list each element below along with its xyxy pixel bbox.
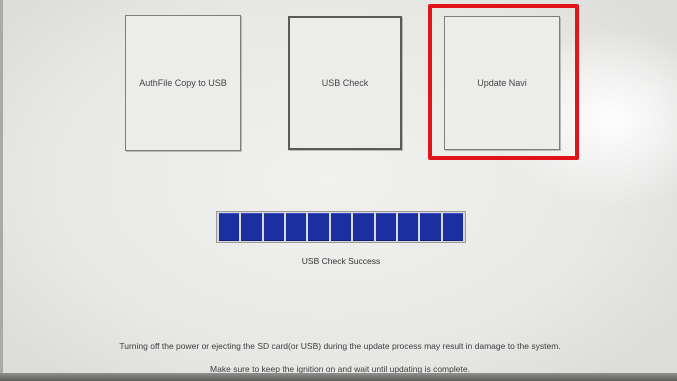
- screen-bezel-bottom: [0, 373, 677, 381]
- progress-segment: [397, 213, 419, 241]
- progress-segment: [375, 213, 396, 241]
- update-navi-label: Update Navi: [477, 78, 527, 88]
- progress-segment: [286, 213, 307, 241]
- head-unit-screen: AuthFile Copy to USB USB Check Update Na…: [0, 0, 677, 381]
- usb-check-progress-bar: [216, 211, 466, 243]
- warning-text-line-1: Turning off the power or ejecting the SD…: [119, 341, 561, 351]
- progress-segment: [420, 213, 441, 241]
- authfile-copy-button[interactable]: AuthFile Copy to USB: [125, 15, 241, 151]
- usb-check-label: USB Check: [321, 78, 369, 88]
- progress-segment: [219, 213, 240, 241]
- usb-check-button[interactable]: USB Check: [288, 16, 402, 150]
- progress-segment: [353, 213, 374, 241]
- progress-segment: [263, 213, 285, 241]
- progress-segment: [241, 213, 262, 241]
- authfile-copy-label: AuthFile Copy to USB: [139, 78, 227, 88]
- usb-check-status-text: USB Check Success: [301, 256, 381, 266]
- update-navi-button[interactable]: Update Navi: [444, 16, 560, 150]
- progress-segment: [330, 213, 352, 241]
- progress-segment: [442, 213, 463, 241]
- screen-bezel-left: [0, 0, 3, 381]
- progress-segment: [308, 213, 329, 241]
